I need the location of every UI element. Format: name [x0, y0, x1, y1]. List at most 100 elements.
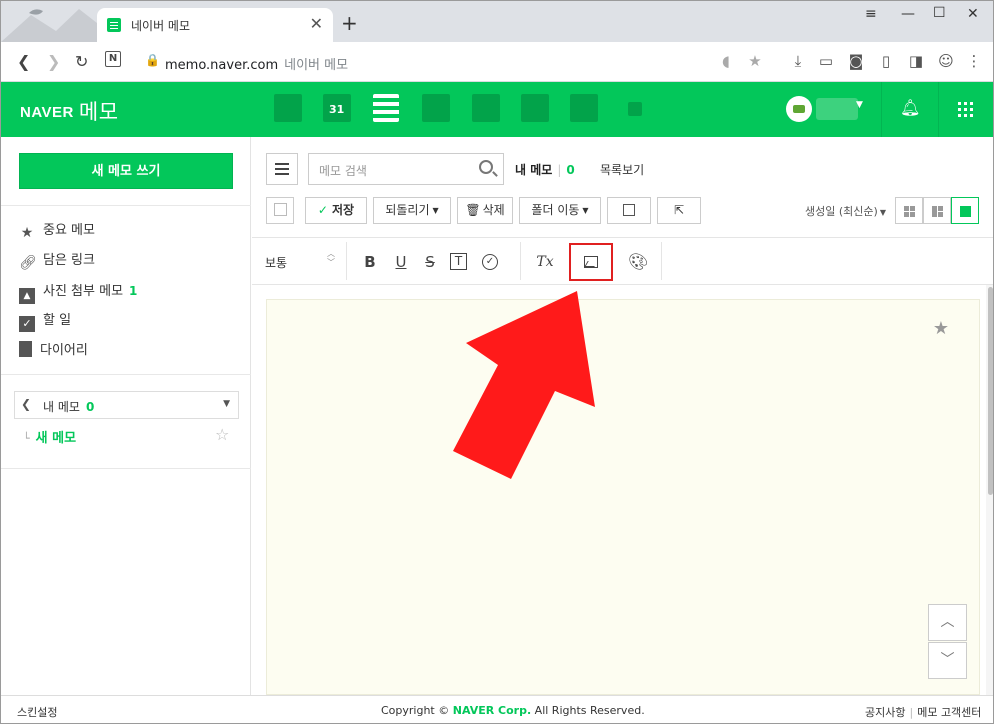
forward-icon[interactable]: ❯: [47, 52, 60, 71]
naver-whale-icon[interactable]: N: [105, 51, 121, 67]
naver-memo-logo[interactable]: NAVER 메모: [20, 96, 119, 126]
naver-memo-favicon-icon: [107, 18, 121, 32]
calendar-number: 31: [329, 103, 345, 116]
mybox-icon[interactable]: [472, 94, 500, 122]
select-all-checkbox[interactable]: [266, 197, 294, 224]
sidebar-item-diary[interactable]: 다이어리: [19, 341, 88, 361]
naver-header: NAVER 메모 31 ▼ 🔔︎: [1, 82, 993, 137]
contacts-icon[interactable]: [422, 94, 450, 122]
lock-icon: 🔒: [145, 53, 160, 67]
chevron-down-icon: ▼: [879, 208, 886, 217]
insert-image-button[interactable]: [569, 243, 613, 281]
office-icon[interactable]: [521, 94, 549, 122]
search-input[interactable]: 메모 검색: [308, 153, 504, 185]
memo-editor[interactable]: ★: [266, 299, 980, 695]
reader-icon[interactable]: ▯: [877, 52, 895, 70]
browser-tab[interactable]: 네이버 메모 ✕: [97, 8, 333, 42]
save-button[interactable]: ✓ 저장: [305, 197, 367, 224]
more-icon[interactable]: [628, 102, 642, 116]
print-button[interactable]: [607, 197, 651, 224]
reload-icon[interactable]: ↻: [75, 52, 88, 71]
text-style-button[interactable]: T: [450, 253, 467, 270]
url-field[interactable]: memo.naver.com 네이버 메모: [165, 54, 348, 73]
theme-decoration: [1, 9, 97, 42]
sort-select[interactable]: 생성일 (최신순) ▼: [805, 203, 886, 219]
copyright: Copyright © NAVER Corp. All Rights Reser…: [381, 704, 645, 717]
pay-icon[interactable]: [570, 94, 598, 122]
scrollbar[interactable]: [986, 285, 993, 695]
favorite-star-icon[interactable]: ☆: [215, 425, 229, 444]
view-single-button[interactable]: [951, 197, 979, 224]
delete-button[interactable]: 🗑︎ 삭제: [457, 197, 513, 224]
notification-bell-icon[interactable]: 🔔︎: [900, 98, 920, 117]
skin-settings-link[interactable]: 스킨설정: [17, 704, 57, 720]
search-icon[interactable]: [479, 160, 493, 174]
download-icon[interactable]: ⤓: [789, 52, 807, 70]
memo-list-icon[interactable]: [373, 94, 399, 122]
delete-label: 삭제: [482, 203, 505, 217]
address-bar: ❮ ❯ ↻ N 🔒 memo.naver.com 네이버 메모 ◖ ★ ⤓ ▭ ◙…: [1, 42, 993, 82]
sidebar-item-label: 중요 메모: [43, 223, 95, 238]
shield-icon[interactable]: ◖: [717, 52, 735, 70]
checklist-button[interactable]: ✓: [482, 254, 498, 270]
user-caret-icon[interactable]: ▼: [856, 100, 863, 110]
avatar[interactable]: [786, 96, 812, 122]
support-link[interactable]: 메모 고객센터: [917, 706, 981, 719]
sidebar-icon[interactable]: ◨: [907, 52, 925, 70]
video-icon[interactable]: ▭: [817, 52, 835, 70]
revert-button[interactable]: 되돌리기 ▼: [373, 197, 451, 224]
apps-grid-icon[interactable]: [958, 102, 973, 117]
bookmark-star-icon[interactable]: ★: [746, 52, 764, 70]
maximize-icon[interactable]: ☐: [933, 5, 946, 21]
close-window-icon[interactable]: ✕: [967, 6, 979, 22]
tab-title: 네이버 메모: [131, 19, 191, 33]
scrollbar-thumb[interactable]: [988, 287, 993, 495]
copyright-company[interactable]: NAVER Corp.: [453, 704, 531, 717]
tab-close-icon[interactable]: ✕: [310, 14, 323, 33]
export-button[interactable]: ⇱: [657, 197, 701, 224]
mail-icon[interactable]: [274, 94, 302, 122]
current-memo-item[interactable]: └ 새 메모: [23, 427, 76, 446]
brand-naver: NAVER: [20, 104, 74, 121]
strikethrough-button[interactable]: S: [420, 252, 440, 272]
underline-button[interactable]: U: [391, 252, 411, 272]
user-name-blurred[interactable]: [816, 98, 858, 120]
view-grid-button[interactable]: [895, 197, 923, 224]
profile-menu-icon[interactable]: ≡: [865, 6, 877, 22]
sidebar-item-important[interactable]: ★ 중요 메모: [19, 221, 95, 241]
folder-title: 내 메모 | 0: [515, 163, 575, 177]
star-icon: ★: [20, 225, 34, 241]
calendar-icon[interactable]: 31: [323, 94, 351, 122]
camera-icon[interactable]: ◙: [847, 52, 865, 70]
image-icon: [584, 256, 598, 268]
notice-link[interactable]: 공지사항: [865, 706, 905, 719]
list-view-link[interactable]: 목록보기: [600, 161, 644, 178]
scroll-up-button[interactable]: ︿: [928, 604, 967, 641]
sidebar-item-todo[interactable]: ✓ 할 일: [19, 311, 71, 332]
folder-select[interactable]: ❮ 내 메모 0 ▼: [14, 391, 239, 419]
bold-button[interactable]: B: [360, 252, 380, 272]
clear-format-button[interactable]: Tx: [535, 252, 555, 272]
sidebar-item-links[interactable]: 🔗︎ 담은 링크: [19, 251, 95, 271]
palette-icon[interactable]: 🎨︎: [628, 252, 648, 272]
scroll-down-button[interactable]: ﹀: [928, 642, 967, 679]
new-tab-button[interactable]: +: [341, 13, 358, 33]
font-size-stepper-icon[interactable]: ︿ ﹀: [327, 249, 335, 267]
view-split-button[interactable]: [923, 197, 951, 224]
back-icon[interactable]: ❮: [17, 52, 30, 71]
new-memo-button[interactable]: 새 메모 쓰기: [19, 153, 233, 189]
minimize-icon[interactable]: —: [901, 6, 915, 22]
account-icon[interactable]: ☺: [937, 52, 955, 70]
share-icon: ⇱: [673, 203, 685, 217]
sidebar-item-label: 사진 첨부 메모: [43, 284, 124, 299]
menu-dots-icon[interactable]: ⋮: [965, 52, 983, 70]
sidebar-item-photo[interactable]: ▲ 사진 첨부 메모 1: [19, 281, 137, 304]
font-size-select[interactable]: 보통: [265, 254, 287, 271]
menu-toggle-button[interactable]: [266, 153, 298, 185]
folder-back-icon[interactable]: ❮: [21, 397, 31, 411]
document-icon: [623, 204, 635, 216]
move-folder-label: 폴더 이동: [531, 203, 580, 217]
divider: [1, 205, 251, 206]
important-star-icon[interactable]: ★: [933, 318, 949, 339]
move-folder-button[interactable]: 폴더 이동 ▼: [519, 197, 601, 224]
